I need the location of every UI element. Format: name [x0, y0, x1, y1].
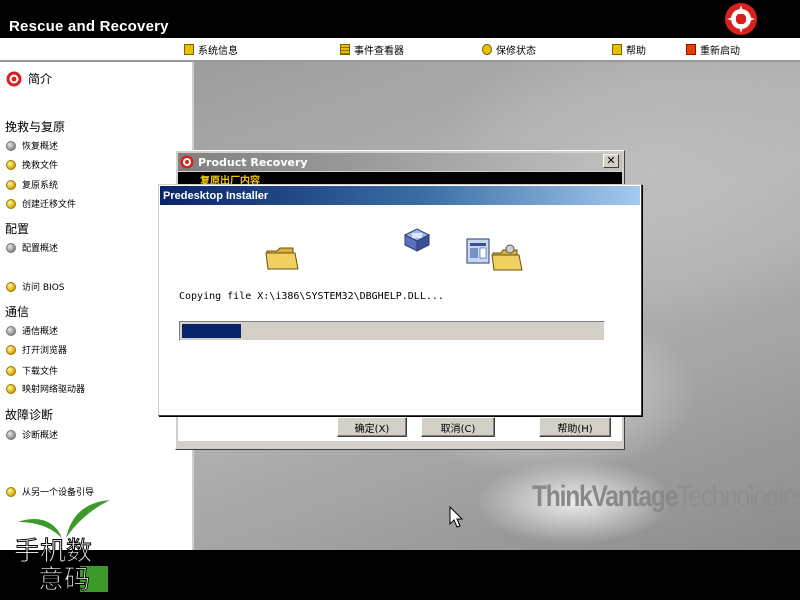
- sidebar-item-label: 从另一个设备引导: [22, 488, 95, 498]
- bullet-icon: [6, 344, 16, 355]
- bullet-icon: [6, 281, 16, 292]
- mouse-cursor-icon: [449, 506, 464, 528]
- source-folder-icon: [265, 247, 299, 270]
- sidebar-item-intro[interactable]: 简介: [6, 70, 52, 87]
- sidebar-item-boot-other-device[interactable]: 从另一个设备引导: [6, 485, 94, 498]
- watermark-text1: 手机数: [14, 537, 92, 567]
- bullet-icon: [6, 140, 16, 151]
- sidebar-item-label: 创建迁移文件: [22, 200, 77, 210]
- sidebar-intro-label: 简介: [28, 72, 53, 86]
- sidebar-item-comm-overview[interactable]: 通信概述: [6, 324, 58, 337]
- menu-restart[interactable]: 重新启动: [686, 41, 740, 57]
- lifebuoy-icon: [180, 155, 194, 169]
- watermark-mark: ®: [106, 540, 116, 551]
- brand-tech: Technologies: [677, 480, 800, 513]
- restart-icon: [686, 43, 696, 55]
- menu-system-info[interactable]: 系统信息: [184, 41, 238, 57]
- sidebar-item-label: 复原系统: [22, 181, 59, 191]
- menu-warranty[interactable]: 保修状态: [482, 41, 536, 57]
- sidebar-item-diagnose-overview[interactable]: 诊断概述: [6, 428, 58, 441]
- brand-think: ThinkVantage: [532, 480, 678, 513]
- help-icon: [612, 43, 622, 55]
- ok-button[interactable]: 确定(X): [337, 417, 407, 437]
- bullet-icon: [6, 429, 16, 440]
- bullet-icon: [6, 198, 16, 209]
- predesktop-installer-dialog: Predesktop Installer Copying file X:\i38…: [158, 184, 642, 416]
- menu-help[interactable]: 帮助: [612, 41, 646, 57]
- info-icon: [184, 43, 194, 55]
- sidebar-item-label: 访问 BIOS: [22, 283, 65, 293]
- install-progress-bar: [179, 321, 605, 341]
- watermark-text2: 意码: [38, 565, 90, 594]
- menu-label: 帮助: [626, 45, 646, 57]
- sidebar-item-label: 映射网络驱动器: [22, 385, 86, 395]
- sidebar-item-map-drive[interactable]: 映射网络驱动器: [6, 382, 85, 395]
- sidebar-item-rescue-files[interactable]: 挽救文件: [6, 158, 58, 171]
- sidebar-item-label: 通信概述: [22, 327, 59, 337]
- close-button[interactable]: ✕: [603, 154, 619, 168]
- sidebar-item-download-files[interactable]: 下载文件: [6, 364, 58, 377]
- sidebar-item-label: 下载文件: [22, 367, 59, 377]
- bullet-icon: [6, 159, 16, 170]
- watermark-logo: 手机数 ® 意码: [14, 500, 116, 594]
- thinkvantage-brand: ThinkVantageTechnologies: [532, 480, 800, 514]
- sidebar-item-label: 配置概述: [22, 244, 59, 254]
- section-heading-comm: 通信: [5, 305, 30, 319]
- menu-label: 保修状态: [496, 45, 536, 57]
- bullet-icon: [6, 365, 16, 376]
- sidebar-item-create-migration[interactable]: 创建迁移文件: [6, 197, 76, 210]
- app-title: Rescue and Recovery: [9, 18, 169, 35]
- section-heading-config: 配置: [5, 222, 30, 236]
- computer-icon: [403, 228, 431, 252]
- sidebar-item-config-overview[interactable]: 配置概述: [6, 241, 58, 254]
- menu-label: 重新启动: [700, 45, 740, 57]
- sidebar-item-label: 挽救文件: [22, 161, 59, 171]
- sidebar-item-label: 恢复概述: [22, 142, 59, 152]
- bullet-icon: [6, 242, 16, 253]
- cancel-button[interactable]: 取消(C): [421, 417, 495, 437]
- event-viewer-icon: [340, 43, 350, 55]
- progress-fill: [182, 324, 241, 338]
- menu-event-viewer[interactable]: 事件查看器: [340, 41, 404, 57]
- product-recovery-title: Product Recovery: [198, 155, 308, 169]
- section-heading-diagnose: 故障诊断: [5, 408, 54, 422]
- bullet-icon: [6, 179, 16, 190]
- sidebar-item-recovery-overview[interactable]: 恢复概述: [6, 139, 58, 152]
- product-recovery-titlebar: Product Recovery ✕: [178, 153, 622, 171]
- section-heading-rescue: 挽救与复原: [5, 120, 66, 134]
- menu-label: 事件查看器: [354, 45, 404, 57]
- installer-titlebar: Predesktop Installer: [160, 186, 640, 205]
- warranty-icon: [482, 43, 492, 55]
- sidebar-item-restore-system[interactable]: 复原系统: [6, 178, 58, 191]
- menubar: 系统信息 事件查看器 保修状态 帮助 重新启动: [0, 38, 800, 62]
- destination-folder-icon: [466, 238, 523, 271]
- sidebar-item-label: 打开浏览器: [22, 346, 68, 356]
- menu-label: 系统信息: [198, 45, 238, 57]
- sidebar-item-label: 诊断概述: [22, 431, 59, 441]
- lifebuoy-logo-icon: [725, 3, 757, 35]
- bullet-icon: [6, 325, 16, 336]
- app-titlebar: Rescue and Recovery: [0, 0, 800, 38]
- sidebar-item-access-bios[interactable]: 访问 BIOS: [6, 280, 65, 293]
- sidebar-item-open-browser[interactable]: 打开浏览器: [6, 343, 67, 356]
- copy-status-text: Copying file X:\i386\SYSTEM32\DBGHELP.DL…: [179, 291, 444, 302]
- help-button[interactable]: 帮助(H): [539, 417, 611, 437]
- bullet-icon: [6, 383, 16, 394]
- bullet-icon: [6, 486, 16, 497]
- lifebuoy-icon: [6, 71, 22, 86]
